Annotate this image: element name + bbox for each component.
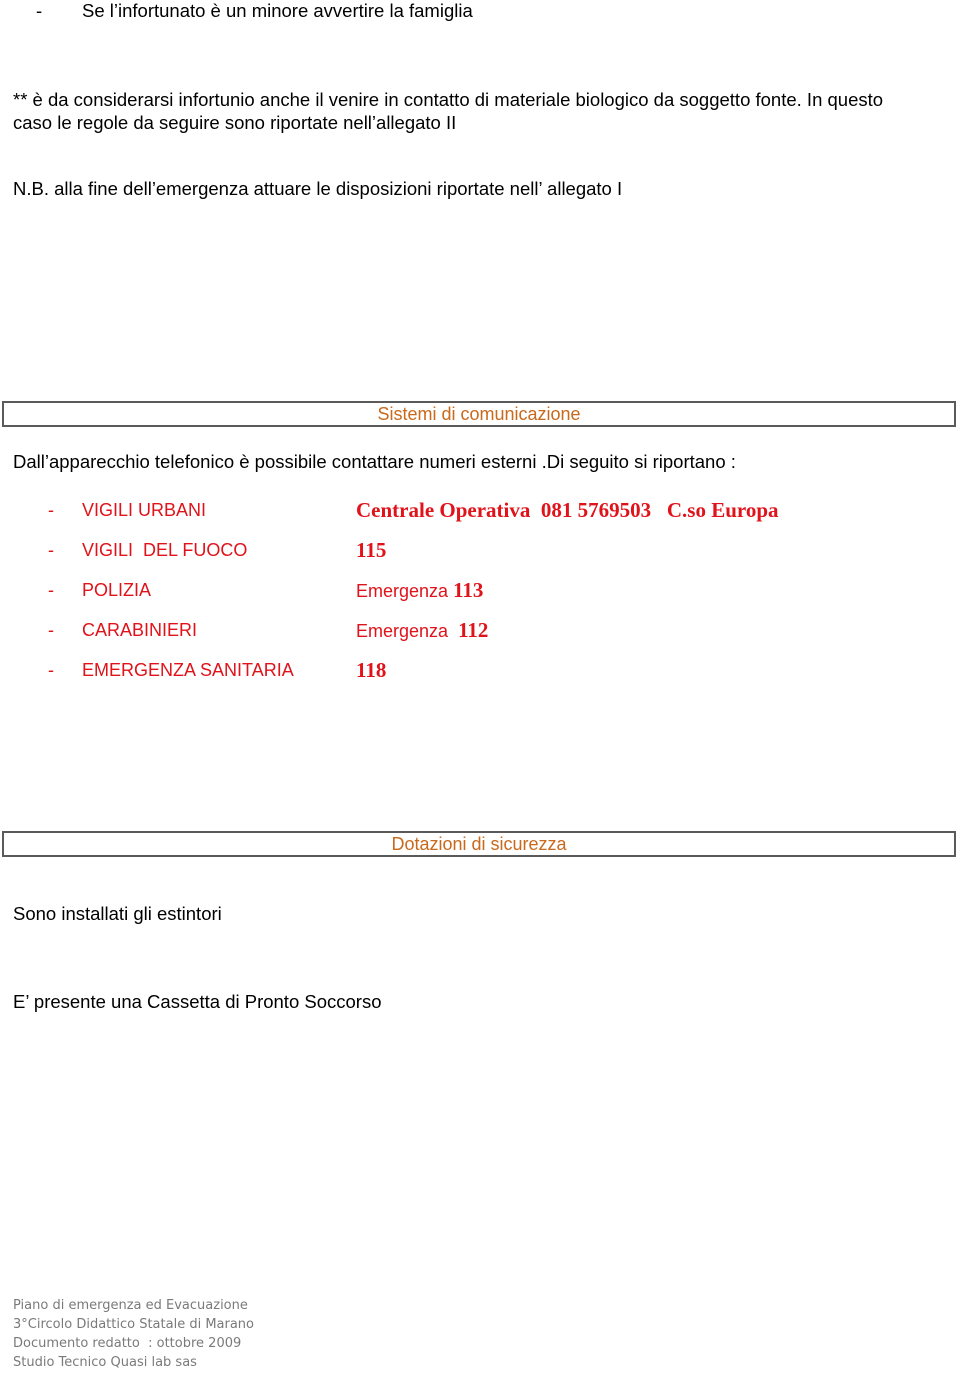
- section-title-safety: Dotazioni di sicurezza: [391, 834, 567, 854]
- contact-number-value: 113: [453, 578, 484, 602]
- contact-number: Centrale Operativa 081 5769503 C.so Euro…: [356, 497, 779, 524]
- bullet-item-minor: - Se l’infortunato è un minore avvertire …: [36, 0, 473, 22]
- biological-note-line1: ** è da considerarsi infortunio anche il…: [13, 89, 884, 110]
- section-header-safety: Dotazioni di sicurezza: [2, 831, 956, 857]
- contact-dash: -: [48, 620, 54, 640]
- safety-item-first-aid: E’ presente una Cassetta di Pronto Socco…: [13, 991, 382, 1012]
- bullet-dash: -: [36, 0, 43, 21]
- contact-name: EMERGENZA SANITARIA: [82, 660, 294, 680]
- footer-line-school: 3°Circolo Didattico Statale di Marano: [13, 1317, 255, 1332]
- contact-number: 115: [356, 537, 386, 564]
- contact-number: 118: [356, 657, 386, 684]
- contact-item-polizia: - POLIZIA Emergenza 113: [48, 577, 948, 603]
- contact-name: VIGILI DEL FUOCO: [82, 540, 248, 560]
- footer: Piano di emergenza ed Evacuazione 3°Circ…: [13, 1296, 254, 1372]
- bullet-text: Se l’infortunato è un minore avvertire l…: [82, 0, 473, 21]
- contact-number-value: 118: [356, 658, 387, 682]
- contact-item-vigili-del-fuoco: - VIGILI DEL FUOCO 115: [48, 537, 948, 563]
- contact-number-value: 112: [458, 618, 489, 642]
- contact-dash: -: [48, 660, 54, 680]
- nb-note: N.B. alla fine dell’emergenza attuare le…: [13, 178, 623, 199]
- safety-item-extinguishers: Sono installati gli estintori: [13, 903, 222, 924]
- contact-dash: -: [48, 540, 54, 560]
- contact-number-value: Centrale Operativa 081 5769503 C.so Euro…: [356, 498, 779, 522]
- contact-name: VIGILI URBANI: [82, 500, 207, 520]
- contact-name: POLIZIA: [82, 580, 152, 600]
- section-title-communication: Sistemi di comunicazione: [377, 404, 581, 424]
- contact-item-carabinieri: - CARABINIERI Emergenza 112: [48, 617, 948, 643]
- section-header-communication: Sistemi di comunicazione: [2, 401, 956, 427]
- footer-line-plan: Piano di emergenza ed Evacuazione: [13, 1298, 248, 1313]
- footer-line-author: Studio Tecnico Quasi lab sas: [13, 1355, 197, 1370]
- contact-dash: -: [48, 500, 54, 520]
- contact-dash: -: [48, 580, 54, 600]
- communication-intro: Dall’apparecchio telefonico è possibile …: [13, 451, 736, 472]
- contact-number: Emergenza 112: [356, 617, 488, 644]
- contact-item-emergenza-sanitaria: - EMERGENZA SANITARIA 118: [48, 657, 948, 683]
- contact-name: CARABINIERI: [82, 620, 198, 640]
- contact-prefix: Emergenza: [356, 621, 459, 641]
- contact-item-vigili-urbani: - VIGILI URBANI Centrale Operativa 081 5…: [48, 497, 948, 523]
- footer-line-date: Documento redatto : ottobre 2009: [13, 1336, 242, 1351]
- biological-note-line2: caso le regole da seguire sono riportate…: [13, 112, 457, 133]
- contact-number: Emergenza 113: [356, 577, 483, 604]
- contact-number-value: 115: [356, 538, 387, 562]
- contact-prefix: Emergenza: [356, 581, 454, 601]
